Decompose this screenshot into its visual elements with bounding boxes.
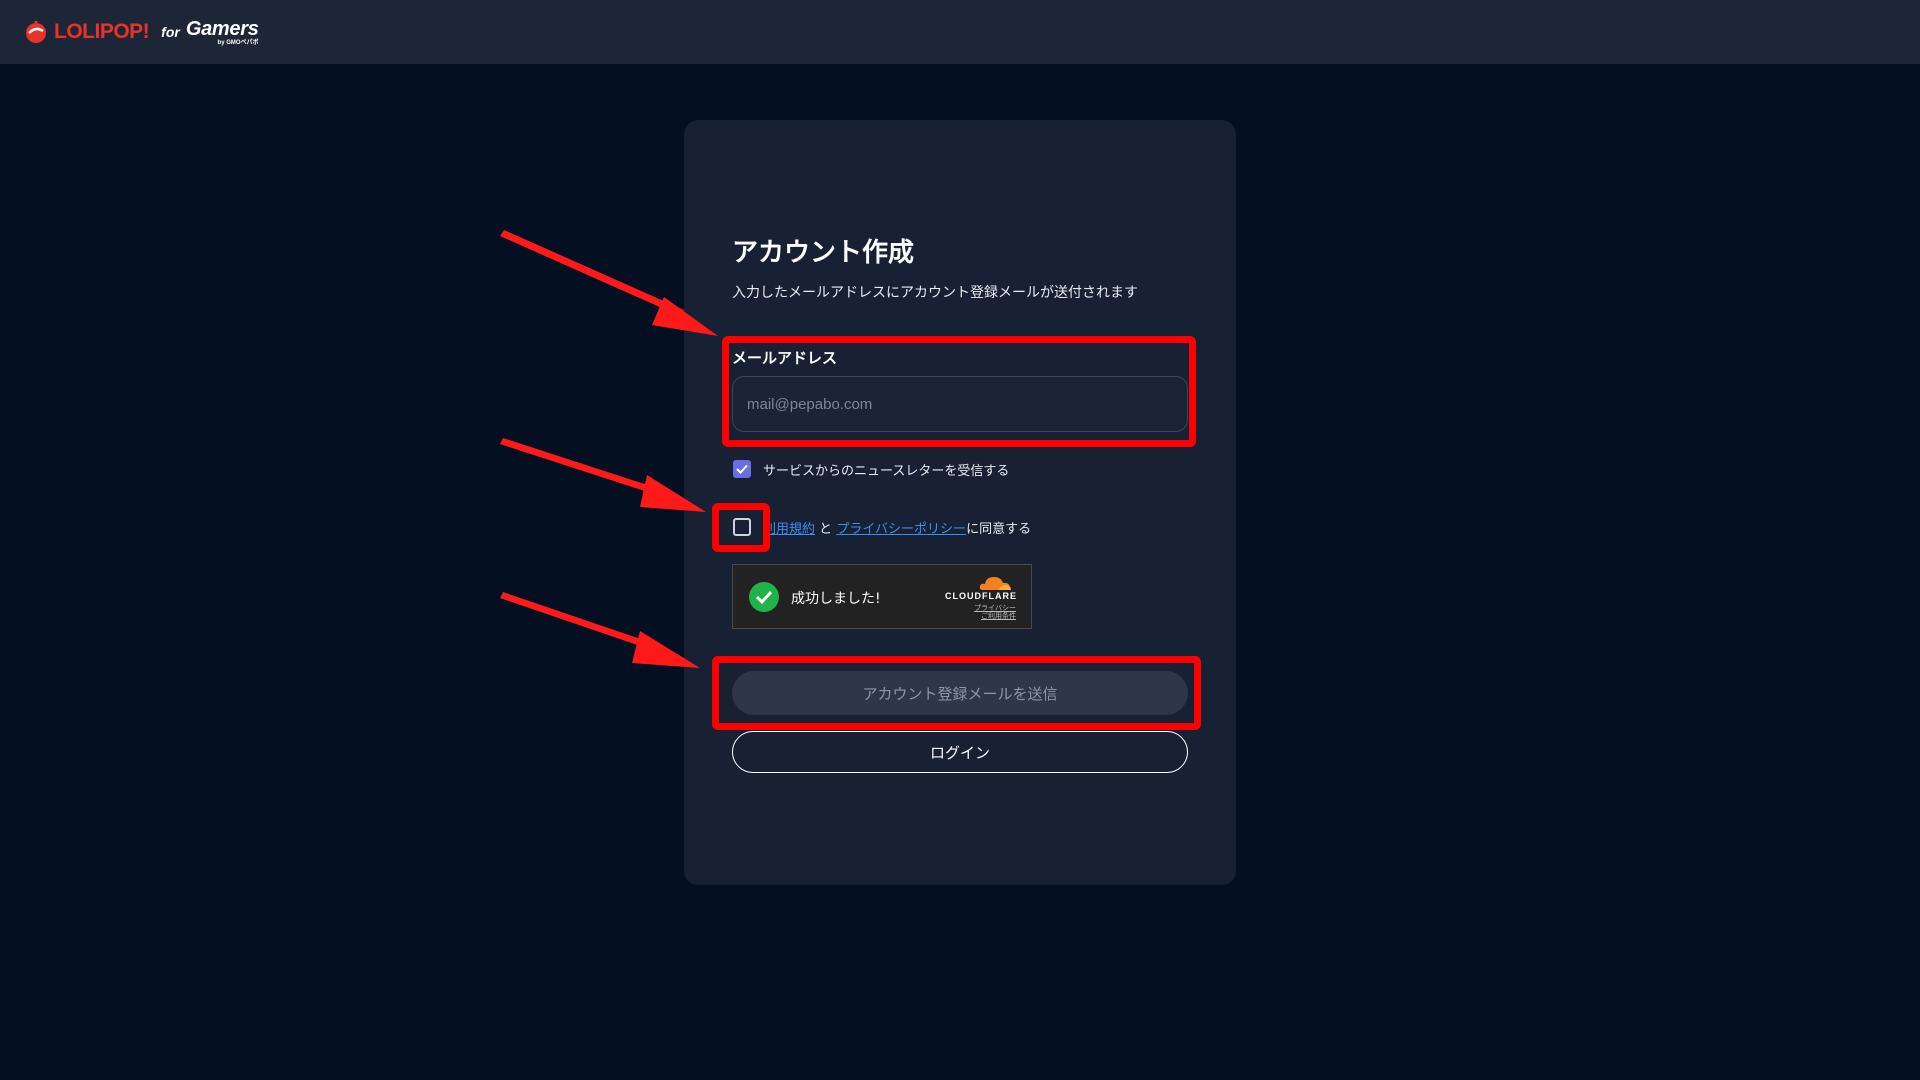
- arrow-to-checkbox-icon: [500, 438, 706, 512]
- annotation-arrows: [500, 230, 718, 668]
- arrow-to-email-icon: [500, 230, 718, 336]
- arrow-to-button-icon: [500, 592, 700, 668]
